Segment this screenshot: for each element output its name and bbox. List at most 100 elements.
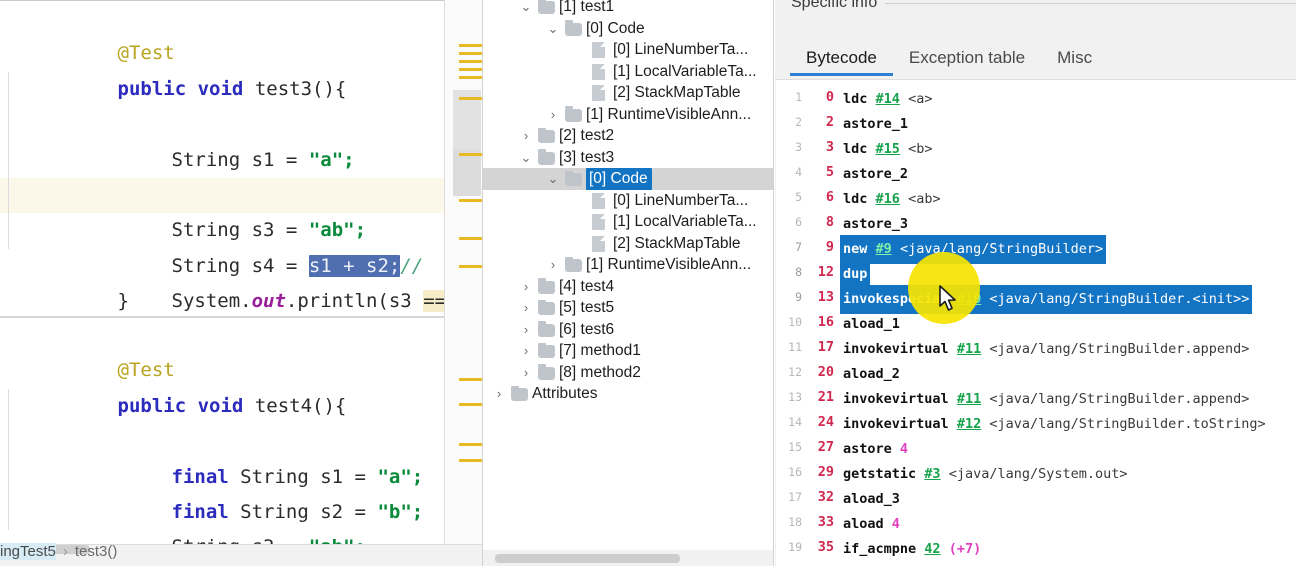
constant-pool-ref-link[interactable]: #9 xyxy=(876,241,892,257)
tree-row-list[interactable]: ⌄ [1] test1 ⌄ [0] Code [0] LineNumberTa... [1… xyxy=(483,0,773,405)
bytecode-row[interactable]: 6 8 astore_3 xyxy=(776,210,1296,235)
chevron-down-icon[interactable]: ⌄ xyxy=(545,168,561,190)
tree-horizontal-scroll-thumb[interactable] xyxy=(495,554,680,563)
tree-row[interactable]: › [6] test6 xyxy=(483,319,773,341)
constant-pool-ref-link[interactable]: #16 xyxy=(876,191,900,207)
bytecode-row[interactable]: 14 24 invokevirtual #12 <java/lang/StringB… xyxy=(776,410,1296,435)
bytecode-row[interactable]: 3 3 ldc #15 <b> xyxy=(776,135,1296,160)
editor-viewport-test3[interactable]: @Test public void test3(){ String s1 = "… xyxy=(0,1,444,317)
code-line-s3-2[interactable]: String s3 = "ab"; xyxy=(0,459,444,544)
info-tab-bar[interactable]: Bytecode Exception table Misc xyxy=(790,43,1108,76)
code-line-annotation[interactable]: @Test xyxy=(0,1,444,64)
constant-pool-ref-link[interactable]: #11 xyxy=(957,341,981,357)
chevron-right-icon[interactable]: › xyxy=(518,297,534,319)
tree-row[interactable]: › [4] test4 xyxy=(483,276,773,298)
tree-row[interactable]: [1] LocalVariableTa... xyxy=(483,61,773,83)
tree-row[interactable]: › [1] RuntimeVisibleAnn... xyxy=(483,104,773,126)
bytecode-row[interactable]: 17 32 aload_3 xyxy=(776,485,1296,510)
code-line-final-s2[interactable]: final String s2 = "b"; xyxy=(0,424,444,523)
bytecode-row[interactable]: 12 20 aload_2 xyxy=(776,360,1296,385)
class-structure-tree[interactable]: ⌄ [1] test1 ⌄ [0] Code [0] LineNumberTa... [1… xyxy=(482,0,774,566)
code-editor-panel[interactable]: @Test public void test3(){ String s1 = "… xyxy=(0,0,482,566)
constant-pool-ref-link[interactable]: #12 xyxy=(957,416,981,432)
chevron-right-icon[interactable]: › xyxy=(545,104,561,126)
bytecode-row[interactable]: 18 33 aload 4 xyxy=(776,510,1296,535)
chevron-right-icon[interactable]: › xyxy=(518,319,534,341)
tree-row[interactable]: [0] LineNumberTa... xyxy=(483,39,773,61)
bytecode-listing[interactable]: 1 0 ldc #14 <a> 2 2 astore_1 3 3 ldc #15 <b> 4 5 as… xyxy=(776,80,1296,566)
code-line-s1[interactable]: String s1 = "a"; xyxy=(0,71,444,171)
chevron-down-icon[interactable]: ⌄ xyxy=(518,0,534,18)
code-line-println[interactable]: System.out.println(s3 == s4);// xyxy=(0,213,444,313)
tree-row[interactable]: › [5] test5 xyxy=(483,297,773,319)
bytecode-row[interactable]: 8 12 dup xyxy=(776,260,1296,289)
bytecode-row[interactable]: 5 6 ldc #16 <ab> xyxy=(776,185,1296,210)
editor-viewport-test4[interactable]: @Test public void test4(){ final String … xyxy=(0,318,444,544)
tree-row[interactable]: ⌄ [1] test1 xyxy=(483,0,773,18)
code-line-s3[interactable]: String s3 = "ab"; xyxy=(0,142,444,241)
tree-row[interactable]: [2] StackMapTable xyxy=(483,233,773,255)
constant-pool-ref-link[interactable]: #15 xyxy=(876,141,900,157)
tab-misc[interactable]: Misc xyxy=(1041,43,1108,73)
chevron-down-icon[interactable]: ⌄ xyxy=(518,147,534,169)
tree-row-label: [1] test1 xyxy=(559,0,615,15)
tree-row[interactable]: [1] LocalVariableTa... xyxy=(483,211,773,233)
bytecode-row[interactable]: 913invokespecial #10 <java/lang/StringBu… xyxy=(776,285,1296,314)
code-line-final-s1[interactable]: final String s1 = "a"; xyxy=(0,388,444,488)
tree-row[interactable]: › [2] test2 xyxy=(483,125,773,147)
breadcrumb[interactable]: ingTest5 › test3() xyxy=(0,538,117,566)
chevron-right-icon[interactable]: › xyxy=(518,276,534,298)
bytecode-row[interactable]: 16 29 getstatic #3 <java/lang/System.out> xyxy=(776,460,1296,485)
indent-guide xyxy=(8,107,9,143)
bytecode-row[interactable]: 2 2 astore_1 xyxy=(776,110,1296,135)
chevron-right-icon[interactable]: › xyxy=(518,362,534,384)
chevron-right-icon[interactable]: › xyxy=(518,125,534,147)
constant-pool-ref-link[interactable]: 42 xyxy=(924,541,940,557)
tree-row[interactable]: ⌄ [0] Code xyxy=(483,18,773,40)
bytecode-row[interactable]: 1 0 ldc #14 <a> xyxy=(776,85,1296,110)
bytecode-mnemonic: invokevirtual xyxy=(843,416,949,432)
code-line-s2[interactable]: String s2 = "b"; xyxy=(0,107,444,206)
tree-row[interactable]: [2] StackMapTable xyxy=(483,82,773,104)
constant-pool-ref-link[interactable]: #11 xyxy=(957,391,981,407)
change-marker xyxy=(459,52,482,55)
bytecode-row[interactable]: 4 5 astore_2 xyxy=(776,160,1296,185)
code-line-annotation-2[interactable]: @Test xyxy=(0,318,444,381)
tree-row[interactable]: ⌄ [0] Code xyxy=(483,168,773,190)
editor-marker-gutter[interactable] xyxy=(444,0,482,566)
tree-row[interactable]: › [8] method2 xyxy=(483,362,773,384)
code-line-signature-2[interactable]: public void test4(){ xyxy=(0,353,444,417)
editor-scroll-thumb-lower[interactable] xyxy=(453,150,481,196)
tree-row[interactable]: [0] LineNumberTa... xyxy=(483,190,773,212)
var-b3: s3 = xyxy=(240,536,309,544)
tree-horizontal-scrollbar[interactable] xyxy=(483,550,773,566)
tree-row[interactable]: › [7] method1 xyxy=(483,340,773,362)
bytecode-row[interactable]: 10 16 aload_1 xyxy=(776,310,1296,335)
chevron-right-icon[interactable]: › xyxy=(491,383,507,405)
bytecode-row-list[interactable]: 1 0 ldc #14 <a> 2 2 astore_1 3 3 ldc #15 <b> 4 5 as… xyxy=(776,85,1296,560)
tree-row[interactable]: ⌄ [3] test3 xyxy=(483,147,773,169)
constant-pool-ref-link[interactable]: #3 xyxy=(924,466,940,482)
breadcrumb-class[interactable]: ingTest5 xyxy=(0,543,56,560)
indent-guide xyxy=(8,71,9,108)
bytecode-row[interactable]: 13 21 invokevirtual #11 <java/lang/StringB… xyxy=(776,385,1296,410)
bytecode-offset: 20 xyxy=(817,364,834,380)
constant-pool-ref-link[interactable]: #14 xyxy=(876,91,900,107)
tab-bytecode[interactable]: Bytecode xyxy=(790,43,893,76)
tree-row[interactable]: › [1] RuntimeVisibleAnn... xyxy=(483,254,773,276)
chevron-right-icon[interactable]: › xyxy=(518,340,534,362)
breadcrumb-method[interactable]: test3() xyxy=(75,543,118,560)
code-line-close-brace[interactable]: } xyxy=(0,249,444,312)
tree-row[interactable]: › Attributes xyxy=(483,383,773,405)
bytecode-row[interactable]: 15 27 astore 4 xyxy=(776,435,1296,460)
bytecode-row[interactable]: 19 35 if_acmpne 42 (+7) xyxy=(776,535,1296,560)
bytecode-row[interactable]: 7 9 new #9 <java/lang/StringBuilder> xyxy=(776,235,1296,264)
bytecode-row[interactable]: 11 17 invokevirtual #11 <java/lang/StringB… xyxy=(776,335,1296,360)
chevron-right-icon[interactable]: › xyxy=(545,254,561,276)
code-line-signature[interactable]: public void test3(){ xyxy=(0,36,444,100)
chevron-down-icon[interactable]: ⌄ xyxy=(545,18,561,40)
change-marker xyxy=(459,68,482,71)
code-line-s4-2[interactable]: String s4 = s1 + s2; xyxy=(0,494,444,531)
tab-exception-table[interactable]: Exception table xyxy=(893,43,1041,73)
code-line-s4-highlighted[interactable]: String s4 = s1 + s2;// xyxy=(0,177,444,277)
